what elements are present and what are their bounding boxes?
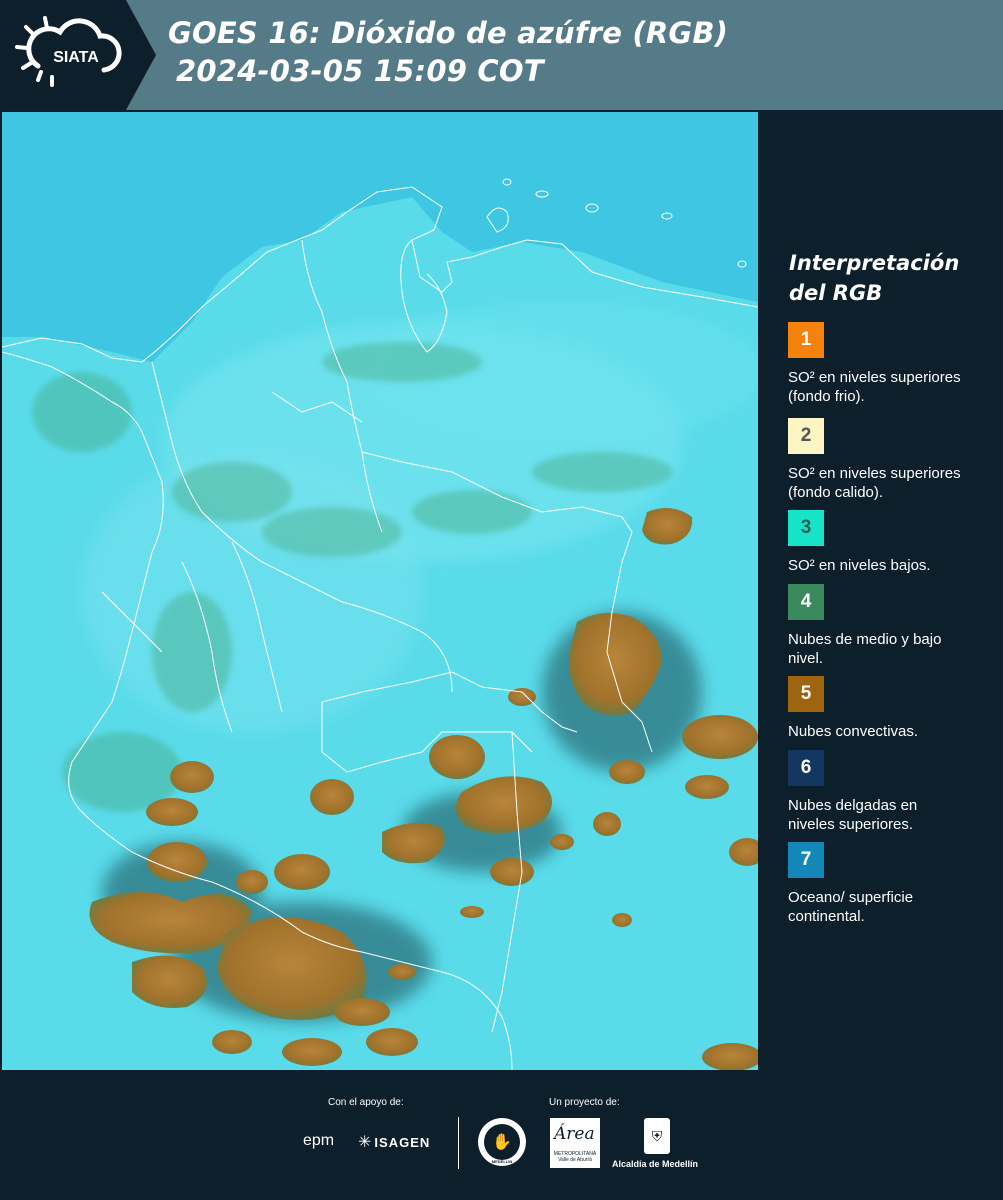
legend-number-3: 3 [800, 517, 812, 538]
legend-swatch-5: 5 [788, 676, 824, 712]
legend-number-6: 6 [800, 757, 812, 778]
legend-item-5: 5 Nubes convectivas. [788, 676, 998, 741]
legend-number-5: 5 [800, 683, 812, 704]
legend-panel: Interpretación del RGB 1 SO² en niveles … [760, 110, 1003, 1070]
satellite-map [2, 112, 758, 1070]
legend-item-3: 3 SO² en niveles bajos. [788, 510, 998, 575]
isagen-text: ISAGEN [374, 1134, 431, 1150]
alcaldia-shield-icon: ⛨ [644, 1118, 670, 1154]
legend-number-7: 7 [800, 849, 812, 870]
legend-label-3: SO² en niveles bajos. [788, 557, 931, 574]
legend-item-6: 6 Nubes delgadas en niveles superiores. [788, 750, 998, 834]
legend-label-4: Nubes de medio y bajo nivel. [788, 631, 942, 667]
legend-label-2: SO² en niveles superiores (fondo calido)… [788, 465, 961, 501]
legend-swatch-3: 3 [788, 510, 824, 546]
legend-swatch-1: 1 [788, 322, 824, 358]
seal-inner-icon: ✋ [484, 1124, 520, 1160]
isagen-icon: ✳ [358, 1134, 372, 1151]
epm-logo: epm [303, 1132, 335, 1149]
legend-item-2: 2 SO² en niveles superiores (fondo calid… [788, 418, 998, 502]
siata-logo-text: SIATA [53, 49, 99, 66]
area-logo-subtext: METROPOLITANA Valle de Aburrá [553, 1151, 597, 1163]
legend-number-1: 1 [800, 329, 812, 350]
title-line-1: GOES 16: Dióxido de azúfre (RGB) [168, 16, 729, 50]
project-label: Un proyecto de: [549, 1097, 620, 1108]
legend-label-5: Nubes convectivas. [788, 723, 919, 740]
area-logo-text: Área [554, 1124, 595, 1144]
support-label: Con el apoyo de: [328, 1097, 404, 1108]
page-title: GOES 16: Dióxido de azúfre (RGB) 2024-03… [168, 14, 728, 90]
legend-swatch-7: 7 [788, 842, 824, 878]
legend-item-4: 4 Nubes de medio y bajo nivel. [788, 584, 998, 668]
medellin-seal: ✋ MEDELLÍN [478, 1118, 526, 1166]
isagen-logo: ✳ ISAGEN [358, 1132, 430, 1152]
alcaldia-label: Alcaldía de Medellín [612, 1159, 699, 1169]
legend-swatch-2: 2 [788, 418, 824, 454]
legend-number-2: 2 [800, 425, 812, 446]
legend-item-1: 1 SO² en niveles superiores (fondo frio)… [788, 322, 998, 406]
title-line-2: 2024-03-05 15:09 COT [176, 54, 544, 88]
footer: Con el apoyo de: Un proyecto de: epm ✳ I… [0, 1070, 1003, 1200]
seal-text: MEDELLÍN [491, 1159, 513, 1164]
legend-swatch-4: 4 [788, 584, 824, 620]
legend-swatch-6: 6 [788, 750, 824, 786]
legend-label-6: Nubes delgadas en niveles superiores. [788, 797, 918, 833]
area-metropolitana-logo: Área METROPOLITANA Valle de Aburrá [550, 1118, 600, 1168]
legend-number-4: 4 [800, 591, 812, 612]
legend-label-7: Oceano/ superficie continental. [788, 889, 914, 925]
legend-title: Interpretación del RGB [789, 251, 960, 305]
siata-logo: SIATA [0, 0, 158, 110]
footer-divider [458, 1117, 459, 1169]
legend-item-7: 7 Oceano/ superficie continental. [788, 842, 998, 926]
header: SIATA GOES 16: Dióxido de azúfre (RGB) 2… [0, 0, 1003, 110]
legend-label-1: SO² en niveles superiores (fondo frio). [788, 369, 961, 405]
